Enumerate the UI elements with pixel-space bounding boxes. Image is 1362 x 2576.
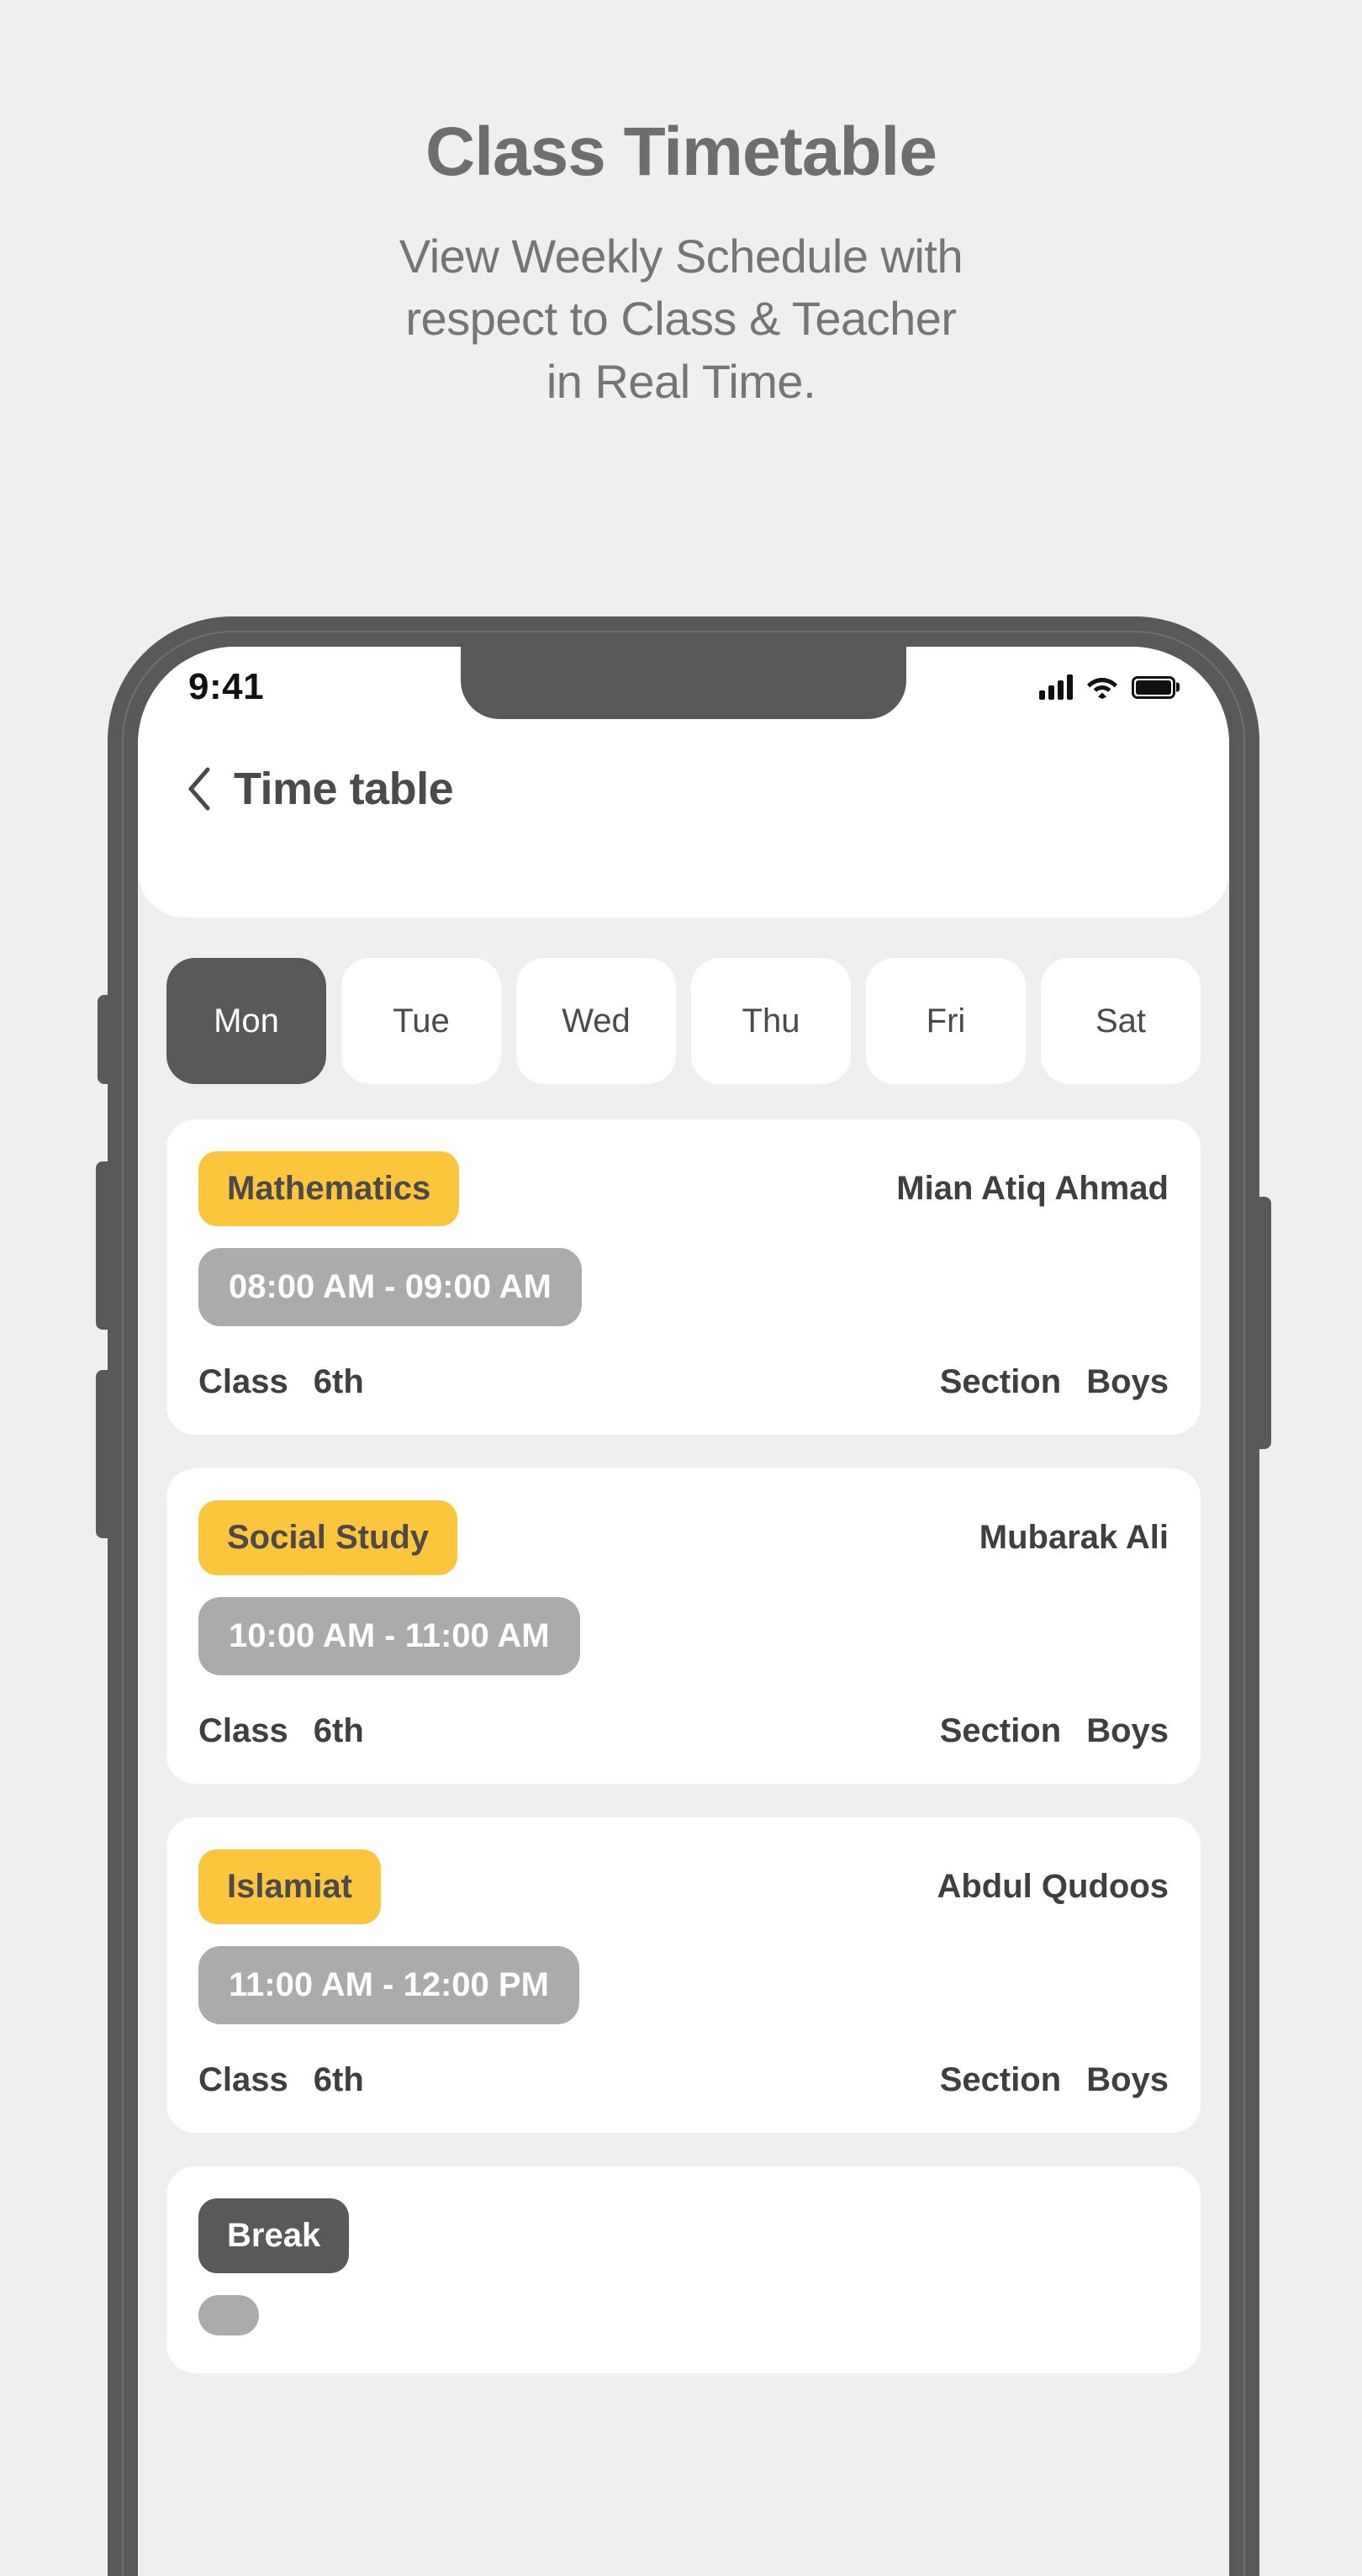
class-meta: Class 6th: [198, 1363, 364, 1401]
day-tab-sat[interactable]: Sat: [1041, 958, 1201, 1084]
power-button[interactable]: [1258, 1197, 1271, 1449]
class-value: 6th: [313, 1712, 364, 1749]
subtitle-line-3: in Real Time.: [546, 354, 816, 408]
app-header-sheet: 9:41 Time table: [138, 647, 1229, 918]
card-header-row: Islamiat Abdul Qudoos: [198, 1849, 1169, 1924]
phone-bezel: 9:41 Time table Mon Tue Wed Thu Fri Sat …: [138, 647, 1229, 2576]
section-label: Section: [939, 1712, 1062, 1749]
subject-badge: Break: [198, 2198, 350, 2273]
section-label: Section: [939, 1363, 1062, 1400]
class-label: Class: [198, 1363, 288, 1400]
card-meta-row: Class 6th Section Boys: [198, 1712, 1169, 1750]
phone-screen: 9:41 Time table Mon Tue Wed Thu Fri Sat …: [138, 647, 1229, 2576]
teacher-name: Abdul Qudoos: [937, 1868, 1169, 1905]
day-tab-label: Fri: [926, 1002, 966, 1039]
status-bar-icons: [1039, 674, 1175, 700]
class-value: 6th: [313, 1363, 364, 1400]
day-tab-label: Wed: [562, 1002, 631, 1039]
navbar-title: Time table: [234, 764, 454, 814]
timetable-card[interactable]: Islamiat Abdul Qudoos 11:00 AM - 12:00 P…: [166, 1817, 1201, 2133]
subject-badge: Social Study: [198, 1500, 458, 1575]
wifi-icon: [1086, 674, 1118, 700]
card-header-row: Break: [198, 2198, 1169, 2273]
promo-header: Class Timetable View Weekly Schedule wit…: [0, 0, 1362, 413]
day-tab-label: Thu: [742, 1002, 800, 1039]
battery-full-icon: [1132, 675, 1175, 699]
timetable-card[interactable]: Mathematics Mian Atiq Ahmad 08:00 AM - 0…: [166, 1119, 1201, 1435]
section-label: Section: [939, 2061, 1062, 2098]
phone-notch: [461, 647, 906, 719]
timetable-card-list: Mathematics Mian Atiq Ahmad 08:00 AM - 0…: [138, 1084, 1229, 2373]
section-meta: Section Boys: [940, 1363, 1169, 1401]
card-header-row: Social Study Mubarak Ali: [198, 1500, 1169, 1575]
class-label: Class: [198, 1712, 288, 1749]
section-value: Boys: [1086, 2061, 1169, 2098]
card-header-row: Mathematics Mian Atiq Ahmad: [198, 1151, 1169, 1226]
section-meta: Section Boys: [940, 2061, 1169, 2099]
teacher-name: Mubarak Ali: [979, 1519, 1169, 1556]
volume-up-button[interactable]: [96, 1370, 109, 1538]
subject-badge: Mathematics: [198, 1151, 460, 1226]
section-value: Boys: [1086, 1363, 1169, 1400]
time-badge: 11:00 AM - 12:00 PM: [198, 1946, 579, 2024]
day-tab-fri[interactable]: Fri: [866, 958, 1026, 1084]
subtitle-line-1: View Weekly Schedule with: [399, 230, 963, 283]
day-tabs: Mon Tue Wed Thu Fri Sat: [138, 918, 1229, 1084]
subject-badge: Islamiat: [198, 1849, 381, 1924]
day-tab-label: Sat: [1095, 1002, 1147, 1039]
time-badge: [198, 2295, 259, 2335]
day-tab-label: Tue: [393, 1002, 450, 1039]
chevron-left-icon[interactable]: [187, 767, 212, 811]
silent-switch-button[interactable]: [98, 995, 109, 1084]
day-tab-wed[interactable]: Wed: [516, 958, 676, 1084]
page-title: Class Timetable: [425, 114, 937, 190]
phone-mockup: 9:41 Time table Mon Tue Wed Thu Fri Sat …: [96, 616, 1271, 2576]
class-value: 6th: [313, 2061, 364, 2098]
day-tab-mon[interactable]: Mon: [166, 958, 326, 1084]
class-meta: Class 6th: [198, 2061, 364, 2099]
class-meta: Class 6th: [198, 1712, 364, 1750]
page-subtitle: View Weekly Schedule with respect to Cla…: [210, 225, 1152, 413]
subtitle-line-2: respect to Class & Teacher: [405, 292, 957, 346]
app-navbar: Time table: [138, 727, 1229, 815]
class-label: Class: [198, 2061, 288, 2098]
cellular-signal-icon: [1039, 674, 1073, 700]
card-meta-row: Class 6th Section Boys: [198, 2061, 1169, 2099]
day-tab-tue[interactable]: Tue: [341, 958, 501, 1084]
section-meta: Section Boys: [940, 1712, 1169, 1750]
day-tab-label: Mon: [214, 1002, 279, 1039]
timetable-card[interactable]: Social Study Mubarak Ali 10:00 AM - 11:0…: [166, 1468, 1201, 1784]
timetable-card-break[interactable]: Break: [166, 2166, 1201, 2373]
volume-down-button[interactable]: [96, 1161, 109, 1330]
time-badge: 08:00 AM - 09:00 AM: [198, 1248, 582, 1326]
status-bar-time: 9:41: [188, 666, 265, 707]
day-tab-thu[interactable]: Thu: [691, 958, 851, 1084]
card-meta-row: Class 6th Section Boys: [198, 1363, 1169, 1401]
time-badge: 10:00 AM - 11:00 AM: [198, 1597, 580, 1675]
teacher-name: Mian Atiq Ahmad: [896, 1170, 1169, 1207]
section-value: Boys: [1086, 1712, 1169, 1749]
